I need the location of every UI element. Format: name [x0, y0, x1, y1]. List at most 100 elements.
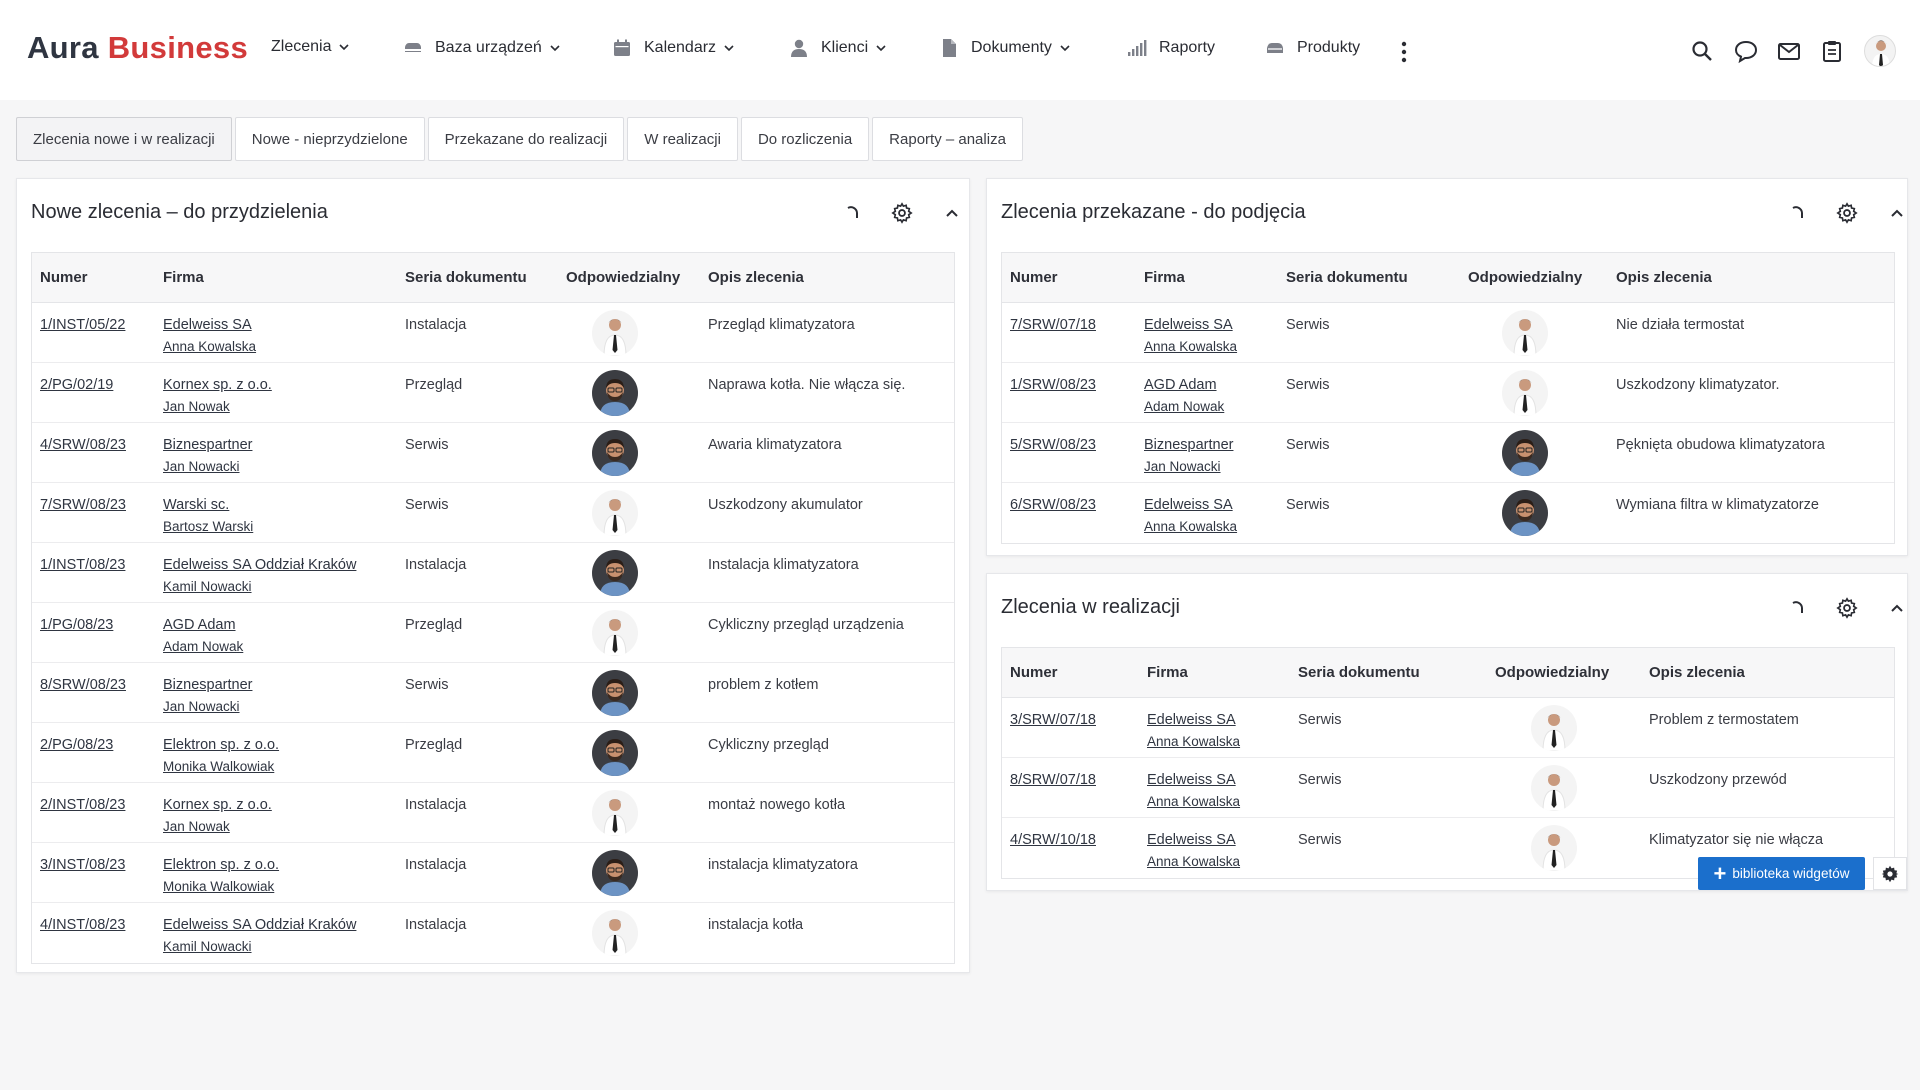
refresh-button[interactable] [1782, 198, 1812, 228]
table-row[interactable]: 8/SRW/07/18 Edelweiss SA Anna Kowalska Serw… [1002, 758, 1894, 818]
company-link[interactable]: Edelweiss SA [1147, 772, 1236, 788]
responsible-avatar[interactable] [1502, 310, 1548, 356]
contact-person-link[interactable]: Monika Walkowiak [163, 876, 279, 897]
refresh-button[interactable] [837, 198, 867, 228]
order-number-link[interactable]: 8/SRW/07/18 [1010, 772, 1096, 788]
company-link[interactable]: Edelweiss SA Oddział Kraków [163, 917, 356, 933]
order-number-link[interactable]: 1/INST/05/22 [40, 317, 125, 333]
order-number-link[interactable]: 2/PG/02/19 [40, 377, 113, 393]
table-row[interactable]: 2/PG/08/23 Elektron sp. z o.o. Monika Walk… [32, 723, 954, 783]
contact-person-link[interactable]: Adam Nowak [1144, 396, 1224, 417]
tab-do-rozliczenia[interactable]: Do rozliczenia [740, 117, 870, 161]
tab-przekazane-do-realizacji[interactable]: Przekazane do realizacji [427, 117, 625, 161]
responsible-avatar[interactable] [592, 670, 638, 716]
table-row[interactable]: 4/SRW/08/23 Biznespartner Jan Nowacki Serwi… [32, 423, 954, 483]
order-number-link[interactable]: 4/INST/08/23 [40, 917, 125, 933]
contact-person-link[interactable]: Kamil Nowacki [163, 576, 356, 597]
search-icon[interactable] [1688, 37, 1716, 65]
table-row[interactable]: 3/INST/08/23 Elektron sp. z o.o. Monika Wa… [32, 843, 954, 903]
collapse-button[interactable] [937, 198, 967, 228]
contact-person-link[interactable]: Anna Kowalska [1144, 336, 1237, 357]
table-row[interactable]: 1/INST/08/23 Edelweiss SA Oddział Kraków K… [32, 543, 954, 603]
company-link[interactable]: Elektron sp. z o.o. [163, 857, 279, 873]
collapse-button[interactable] [1882, 198, 1912, 228]
table-row[interactable]: 2/PG/02/19 Kornex sp. z o.o. Jan Nowak Prze… [32, 363, 954, 423]
company-link[interactable]: Edelweiss SA [1147, 712, 1236, 728]
contact-person-link[interactable]: Jan Nowacki [163, 696, 252, 717]
nav-item-kalendarz[interactable]: Kalendarz [612, 38, 734, 58]
nav-item-baza-urzadzen[interactable]: Baza urządzeń [403, 38, 560, 58]
mail-icon[interactable] [1775, 37, 1803, 65]
company-link[interactable]: Elektron sp. z o.o. [163, 737, 279, 753]
order-number-link[interactable]: 7/SRW/08/23 [40, 497, 126, 513]
user-avatar[interactable] [1864, 35, 1896, 67]
company-link[interactable]: Edelweiss SA [1147, 832, 1236, 848]
order-number-link[interactable]: 4/SRW/10/18 [1010, 832, 1096, 848]
responsible-avatar[interactable] [592, 430, 638, 476]
table-row[interactable]: 5/SRW/08/23 Biznespartner Jan Nowacki Serwi… [1002, 423, 1894, 483]
tab-raporty-analiza[interactable]: Raporty – analiza [872, 117, 1023, 161]
responsible-avatar[interactable] [592, 910, 638, 956]
table-row[interactable]: 1/SRW/08/23 AGD Adam Adam Nowak Serwis Uszko… [1002, 363, 1894, 423]
tab-zlecenia-nowe-i-w-realizacji[interactable]: Zlecenia nowe i w realizacji [16, 117, 232, 161]
widget-library-button[interactable]: + biblioteka widgetów [1698, 857, 1865, 890]
table-row[interactable]: 4/INST/08/23 Edelweiss SA Oddział Kraków K… [32, 903, 954, 963]
company-link[interactable]: AGD Adam [1144, 377, 1217, 393]
order-number-link[interactable]: 3/SRW/07/18 [1010, 712, 1096, 728]
company-link[interactable]: AGD Adam [163, 617, 236, 633]
order-number-link[interactable]: 7/SRW/07/18 [1010, 317, 1096, 333]
contact-person-link[interactable]: Monika Walkowiak [163, 756, 279, 777]
company-link[interactable]: Edelweiss SA [1144, 317, 1233, 333]
nav-item-raporty[interactable]: Raporty [1127, 38, 1215, 58]
table-row[interactable]: 7/SRW/08/23 Warski sc. Bartosz Warski Serwi… [32, 483, 954, 543]
table-row[interactable]: 6/SRW/08/23 Edelweiss SA Anna Kowalska Serw… [1002, 483, 1894, 543]
order-number-link[interactable]: 6/SRW/08/23 [1010, 497, 1096, 513]
order-number-link[interactable]: 8/SRW/08/23 [40, 677, 126, 693]
responsible-avatar[interactable] [592, 850, 638, 896]
contact-person-link[interactable]: Jan Nowacki [163, 456, 252, 477]
contact-person-link[interactable]: Jan Nowak [163, 816, 272, 837]
table-row[interactable]: 8/SRW/08/23 Biznespartner Jan Nowacki Serwi… [32, 663, 954, 723]
table-row[interactable]: 1/INST/05/22 Edelweiss SA Anna Kowalska Ins… [32, 303, 954, 363]
table-row[interactable]: 2/INST/08/23 Kornex sp. z o.o. Jan Nowak In… [32, 783, 954, 843]
order-number-link[interactable]: 1/INST/08/23 [40, 557, 125, 573]
order-number-link[interactable]: 3/INST/08/23 [40, 857, 125, 873]
table-row[interactable]: 7/SRW/07/18 Edelweiss SA Anna Kowalska Serw… [1002, 303, 1894, 363]
responsible-avatar[interactable] [1531, 825, 1577, 871]
contact-person-link[interactable]: Anna Kowalska [1147, 851, 1240, 872]
responsible-avatar[interactable] [592, 730, 638, 776]
contact-person-link[interactable]: Anna Kowalska [163, 336, 256, 357]
nav-item-zlecenia[interactable]: Zlecenia [271, 38, 350, 56]
company-link[interactable]: Biznespartner [1144, 437, 1233, 453]
responsible-avatar[interactable] [592, 610, 638, 656]
tab-w-realizacji[interactable]: W realizacji [627, 117, 738, 161]
responsible-avatar[interactable] [592, 490, 638, 536]
responsible-avatar[interactable] [592, 370, 638, 416]
nav-item-dokumenty[interactable]: Dokumenty [939, 38, 1070, 58]
nav-item-produkty[interactable]: Produkty [1265, 38, 1360, 58]
order-number-link[interactable]: 2/PG/08/23 [40, 737, 113, 753]
settings-button[interactable] [1832, 198, 1862, 228]
order-number-link[interactable]: 4/SRW/08/23 [40, 437, 126, 453]
chat-icon[interactable] [1732, 37, 1760, 65]
company-link[interactable]: Edelweiss SA Oddział Kraków [163, 557, 356, 573]
responsible-avatar[interactable] [592, 790, 638, 836]
table-row[interactable]: 1/PG/08/23 AGD Adam Adam Nowak Przegląd Cykl… [32, 603, 954, 663]
company-link[interactable]: Edelweiss SA [1144, 497, 1233, 513]
responsible-avatar[interactable] [1502, 370, 1548, 416]
responsible-avatar[interactable] [1502, 430, 1548, 476]
widget-settings-button[interactable] [1873, 857, 1907, 890]
company-link[interactable]: Biznespartner [163, 677, 252, 693]
refresh-button[interactable] [1782, 593, 1812, 623]
nav-item-klienci[interactable]: Klienci [789, 38, 886, 58]
contact-person-link[interactable]: Kamil Nowacki [163, 936, 356, 957]
table-row[interactable]: 3/SRW/07/18 Edelweiss SA Anna Kowalska Serw… [1002, 698, 1894, 758]
tab-nowe-nieprzydzielone[interactable]: Nowe - nieprzydzielone [234, 117, 425, 161]
contact-person-link[interactable]: Anna Kowalska [1147, 791, 1240, 812]
collapse-button[interactable] [1882, 593, 1912, 623]
company-link[interactable]: Kornex sp. z o.o. [163, 797, 272, 813]
more-vertical-icon[interactable] [1400, 40, 1408, 64]
contact-person-link[interactable]: Anna Kowalska [1147, 731, 1240, 752]
responsible-avatar[interactable] [592, 310, 638, 356]
contact-person-link[interactable]: Jan Nowacki [1144, 456, 1233, 477]
